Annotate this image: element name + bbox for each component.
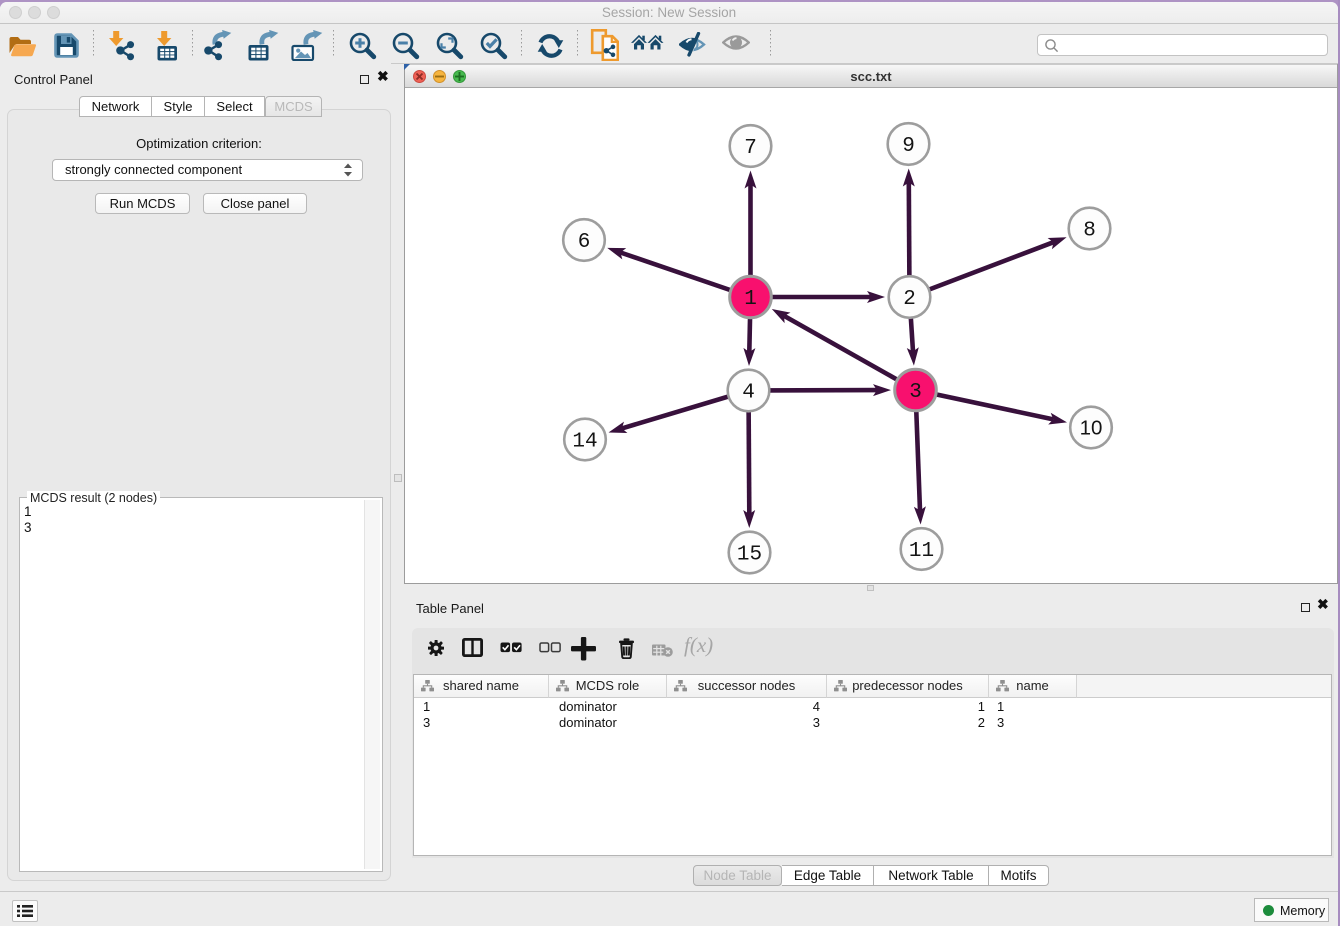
svg-text:15: 15 <box>737 544 762 567</box>
svg-text:1: 1 <box>744 288 757 311</box>
svg-text:3: 3 <box>909 381 922 404</box>
svg-text:7: 7 <box>744 137 757 160</box>
svg-text:9: 9 <box>902 135 915 158</box>
svg-text:2: 2 <box>903 288 916 311</box>
svg-text:6: 6 <box>578 231 591 254</box>
svg-text:10: 10 <box>1080 417 1103 440</box>
svg-text:11: 11 <box>909 540 934 563</box>
svg-text:14: 14 <box>572 431 597 454</box>
svg-text:8: 8 <box>1083 220 1096 243</box>
svg-text:4: 4 <box>742 382 755 405</box>
